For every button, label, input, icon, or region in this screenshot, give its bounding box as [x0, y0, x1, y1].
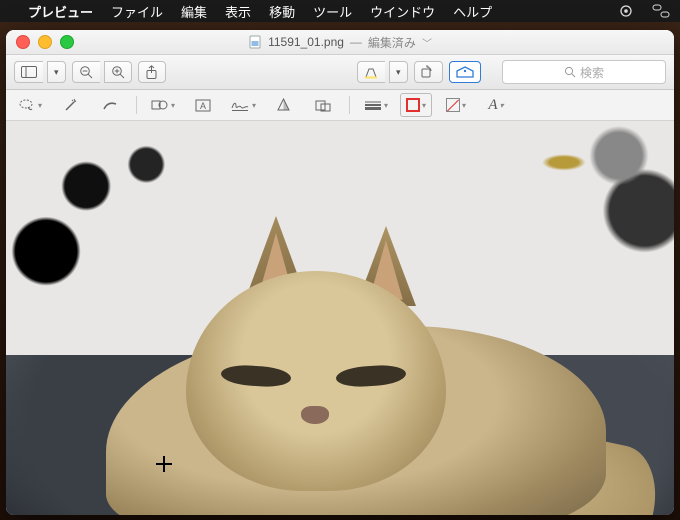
rotate-icon [421, 65, 436, 79]
menubar-item-edit[interactable]: 編集 [181, 2, 207, 21]
instant-alpha-wand-icon [62, 98, 78, 113]
view-menu-button[interactable]: ▾ [47, 61, 66, 83]
search-placeholder: 検索 [580, 64, 604, 81]
zoom-button[interactable] [60, 35, 74, 49]
menubar-status-icon[interactable] [618, 3, 634, 19]
window-filename: 11591_01.png [268, 35, 344, 49]
text-tool-button[interactable]: A [187, 93, 219, 117]
border-color-swatch [406, 98, 420, 112]
chevron-down-icon: ▾ [54, 67, 59, 78]
zoom-in-icon [111, 65, 125, 79]
edited-image [6, 121, 674, 515]
font-style-label: A [488, 97, 497, 114]
window-titlebar[interactable]: 11591_01.png — 編集済み ﹀ [6, 30, 674, 55]
markup-toggle-button[interactable] [449, 61, 481, 83]
search-field[interactable]: 検索 [502, 60, 666, 84]
window-title: 11591_01.png — 編集済み ﹀ [6, 34, 674, 51]
rotate-button[interactable] [414, 61, 443, 83]
menubar-item-go[interactable]: 移動 [269, 2, 295, 21]
chevron-down-icon: ▾ [396, 67, 401, 78]
document-proxy-icon[interactable] [248, 35, 262, 49]
markup-toolbar: ▾ ▾ A ▾ [6, 90, 674, 121]
traffic-lights [6, 35, 74, 49]
close-button[interactable] [16, 35, 30, 49]
zoom-out-icon [79, 65, 93, 79]
line-style-button[interactable]: ▾ [360, 93, 392, 117]
highlight-menu-button[interactable]: ▾ [389, 61, 408, 83]
minimize-button[interactable] [38, 35, 52, 49]
menubar-appname[interactable]: プレビュー [28, 2, 93, 21]
zoom-out-button[interactable] [72, 61, 100, 83]
markup-toolbox-icon [456, 66, 474, 79]
share-button[interactable] [138, 61, 166, 83]
selection-lasso-icon [18, 98, 36, 112]
shapes-icon [151, 98, 169, 112]
search-icon [564, 66, 576, 78]
menubar-item-tools[interactable]: ツール [313, 2, 352, 21]
sidebar-icon [21, 66, 37, 78]
border-color-button[interactable]: ▾ [400, 93, 432, 117]
adjust-size-button[interactable] [307, 93, 339, 117]
zoom-in-button[interactable] [104, 61, 132, 83]
font-style-button[interactable]: A▾ [480, 93, 512, 117]
title-menu-chevron-icon[interactable]: ﹀ [422, 35, 432, 50]
macos-menubar: プレビュー ファイル 編集 表示 移動 ツール ウインドウ ヘルプ [0, 0, 680, 22]
view-sidebar-button[interactable] [14, 61, 43, 83]
signature-icon [230, 99, 250, 112]
sketch-button[interactable] [94, 93, 126, 117]
menubar-item-help[interactable]: ヘルプ [453, 2, 492, 21]
control-center-icon[interactable] [652, 4, 670, 18]
fill-color-swatch [446, 98, 460, 112]
sketch-pencil-icon [102, 98, 118, 112]
desktop: プレビュー ファイル 編集 表示 移動 ツール ウインドウ ヘルプ [0, 0, 680, 520]
preview-window: 11591_01.png — 編集済み ﹀ ▾ [6, 30, 674, 515]
highlight-button[interactable] [357, 61, 385, 83]
signature-button[interactable]: ▾ [227, 93, 259, 117]
fill-color-button[interactable]: ▾ [440, 93, 472, 117]
shapes-button[interactable]: ▾ [147, 93, 179, 117]
adjust-color-button[interactable] [267, 93, 299, 117]
line-style-icon [364, 100, 382, 110]
text-box-icon: A [195, 99, 211, 112]
adjust-color-icon [276, 98, 291, 112]
menubar-item-window[interactable]: ウインドウ [370, 2, 435, 21]
svg-text:A: A [200, 101, 206, 111]
instant-alpha-button[interactable] [54, 93, 86, 117]
share-icon [145, 65, 158, 80]
adjust-size-icon [315, 99, 331, 112]
selection-tool-button[interactable]: ▾ [14, 93, 46, 117]
menubar-item-view[interactable]: 表示 [225, 2, 251, 21]
image-canvas[interactable] [6, 121, 674, 515]
main-toolbar: ▾ ▾ [6, 55, 674, 90]
highlight-icon [364, 66, 379, 79]
menubar-item-file[interactable]: ファイル [111, 2, 163, 21]
window-edited-label: 編集済み [368, 34, 416, 51]
